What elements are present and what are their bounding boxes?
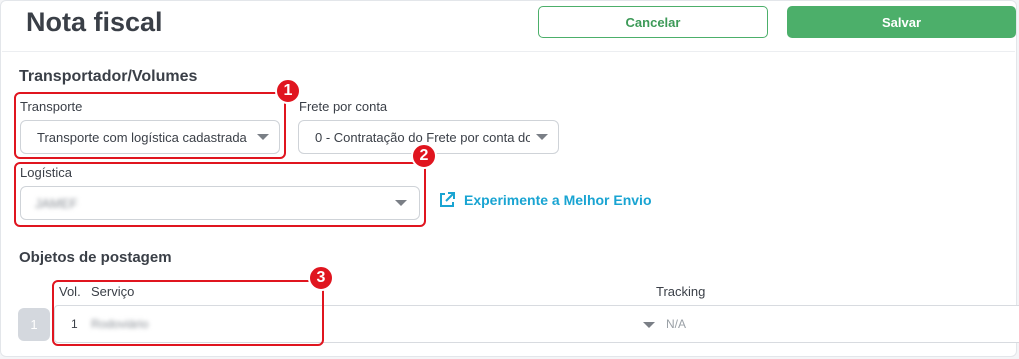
cancel-button[interactable]: Cancelar bbox=[538, 6, 768, 38]
annotation-badge-2: 2 bbox=[411, 143, 437, 169]
external-link-icon bbox=[440, 192, 455, 207]
chevron-down-icon bbox=[536, 134, 548, 140]
page-title: Nota fiscal bbox=[26, 7, 163, 37]
tracking-value: N/A bbox=[666, 317, 687, 331]
melhor-envio-link[interactable]: Experimente a Melhor Envio bbox=[438, 191, 652, 209]
objects-section-title: Objetos de postagem bbox=[19, 249, 172, 266]
header-divider bbox=[2, 51, 1015, 52]
annotation-box-3 bbox=[52, 280, 324, 346]
melhor-envio-label: Experimente a Melhor Envio bbox=[464, 192, 652, 208]
row-index-badge: 1 bbox=[18, 308, 50, 341]
annotation-box-1 bbox=[14, 92, 286, 159]
annotation-badge-1: 1 bbox=[275, 78, 301, 104]
frete-label: Frete por conta bbox=[299, 99, 388, 114]
col-tracking-header: Tracking bbox=[656, 284, 706, 299]
annotation-badge-3: 3 bbox=[308, 265, 334, 291]
annotation-box-2 bbox=[14, 162, 426, 227]
save-button[interactable]: Salvar bbox=[787, 6, 1016, 38]
chevron-down-icon[interactable] bbox=[643, 322, 655, 328]
frete-value: 0 - Contratação do Frete por conta do Re… bbox=[315, 129, 530, 145]
transport-section-title: Transportador/Volumes bbox=[19, 68, 198, 85]
